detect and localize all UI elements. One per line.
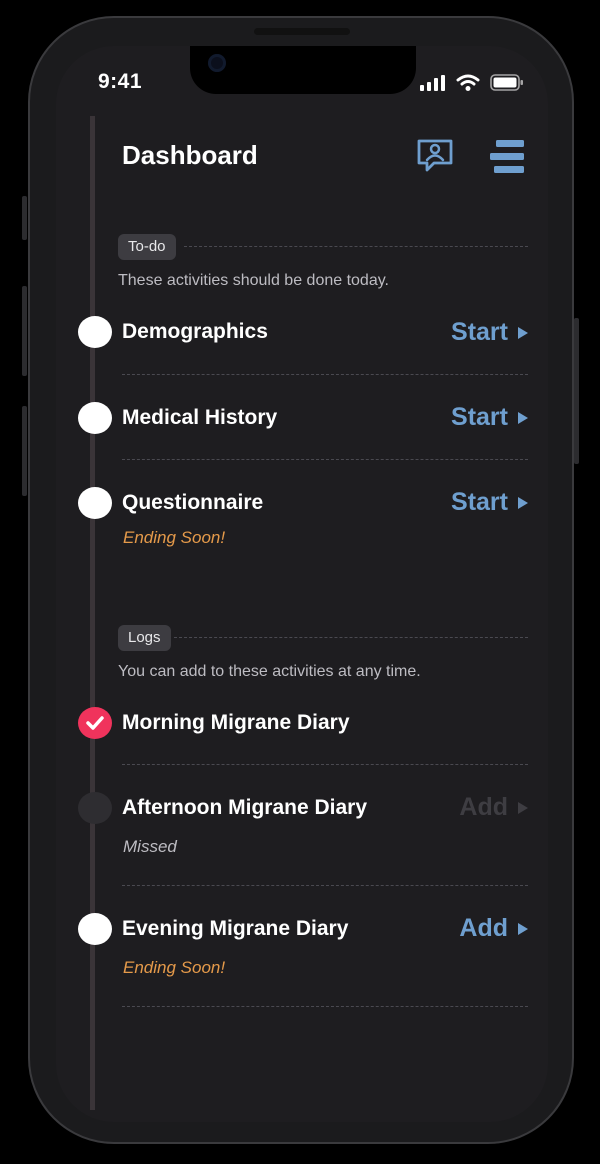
section-divider [184,246,528,247]
play-triangle-icon [518,922,528,935]
menu-icon [490,140,524,173]
start-button[interactable]: Start [451,403,528,432]
wifi-icon [456,74,480,91]
status-time: 9:41 [98,70,143,93]
contact-support-button[interactable] [416,138,454,179]
start-button[interactable]: Start [451,488,528,517]
start-label: Start [451,488,508,516]
item-divider [122,459,528,460]
ending-soon-note: Ending Soon! [123,958,226,977]
add-button-disabled: Add [459,793,528,822]
timeline-node-completed [78,707,112,739]
activity-title[interactable]: Evening Migrane Diary [122,917,348,941]
timeline-node-missed [78,792,112,824]
play-triangle-icon [518,326,528,339]
check-icon [86,716,104,730]
timeline-node [78,316,112,348]
timeline-node [78,913,112,945]
add-button[interactable]: Add [459,914,528,943]
activity-title[interactable]: Afternoon Migrane Diary [122,796,367,820]
signal-icon [420,75,445,91]
volume-up-button [22,286,27,376]
play-triangle-icon [518,411,528,424]
play-triangle-icon [518,801,528,814]
timeline-track [90,116,95,1110]
start-button[interactable]: Start [451,318,528,347]
start-label: Start [451,318,508,346]
item-divider [122,764,528,765]
missed-note: Missed [123,837,177,856]
activity-title[interactable]: Morning Migrane Diary [122,711,350,735]
activity-title[interactable]: Medical History [122,406,277,430]
add-label: Add [459,793,508,821]
start-label: Start [451,403,508,431]
play-triangle-icon [518,496,528,509]
menu-button[interactable] [490,140,528,179]
timeline-node [78,487,112,519]
todo-section-description: These activities should be done today. [118,272,389,289]
status-icons [420,74,524,91]
logs-section-description: You can add to these activities at any t… [118,663,421,680]
item-divider [122,1006,528,1007]
item-divider [122,374,528,375]
speaker [254,28,350,35]
add-label: Add [459,914,508,942]
chat-user-icon [417,139,453,172]
activity-title[interactable]: Questionnaire [122,491,263,515]
item-divider [122,885,528,886]
todo-section-tag: To-do [118,234,176,260]
front-camera [208,54,226,72]
volume-down-button [22,406,27,496]
power-button [574,318,579,464]
activity-title[interactable]: Demographics [122,320,268,344]
page-title: Dashboard [122,140,258,170]
timeline-node [78,402,112,434]
logs-section-tag: Logs [118,625,171,651]
ending-soon-note: Ending Soon! [123,528,226,547]
battery-icon [490,74,523,91]
section-divider [174,637,528,638]
notch [190,46,416,94]
mute-switch [22,196,27,240]
